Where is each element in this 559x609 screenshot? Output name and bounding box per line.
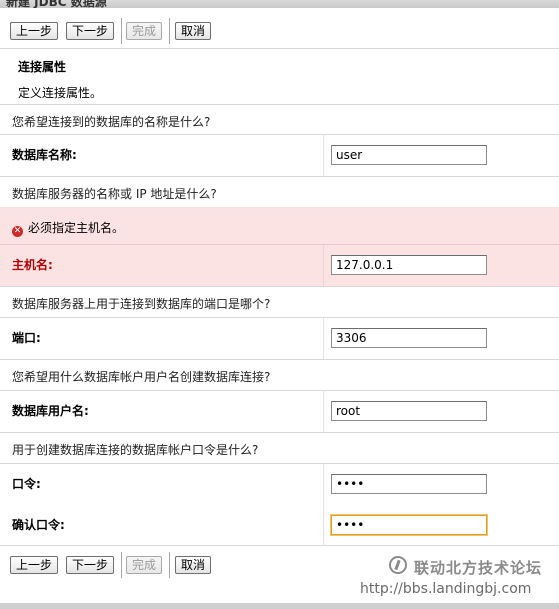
divider <box>0 545 559 546</box>
user-question: 您希望用什么数据库帐户用户名创建数据库连接? <box>12 370 271 384</box>
confirm-password-label: 确认口令: <box>12 518 65 532</box>
toolbar-separator <box>121 552 123 578</box>
db-name-label: 数据库名称: <box>12 148 77 162</box>
cancel-button[interactable]: 取消 <box>175 556 212 574</box>
divider <box>0 48 559 49</box>
divider <box>0 432 559 433</box>
db-user-label: 数据库用户名: <box>12 404 89 418</box>
prev-button[interactable]: 上一步 <box>10 556 59 574</box>
prev-button[interactable]: 上一步 <box>10 22 59 40</box>
window-titlebar: 新建 JDBC 数据源 <box>0 0 559 8</box>
page-subtitle: 定义连接属性。 <box>18 86 103 100</box>
divider <box>0 390 559 391</box>
next-button[interactable]: 下一步 <box>66 22 115 40</box>
column-divider <box>323 135 324 176</box>
cancel-button[interactable]: 取消 <box>175 22 212 40</box>
toolbar-separator <box>169 552 171 578</box>
page-title: 连接属性 <box>18 60 67 74</box>
host-label: 主机名: <box>12 258 53 272</box>
column-divider <box>323 464 324 545</box>
port-question: 数据库服务器上用于连接到数据库的端口是哪个? <box>12 297 271 311</box>
divider <box>0 104 559 105</box>
window-title: 新建 JDBC 数据源 <box>6 0 107 8</box>
watermark-url: http://bbs.landingbj.com <box>360 581 532 597</box>
port-label: 端口: <box>12 331 41 345</box>
next-button[interactable]: 下一步 <box>66 556 115 574</box>
window-bottom-edge <box>0 603 559 609</box>
column-divider <box>323 245 324 286</box>
finish-button[interactable]: 完成 <box>126 22 163 40</box>
db-name-input[interactable] <box>331 145 487 165</box>
confirm-password-input[interactable] <box>331 515 487 535</box>
divider <box>0 286 559 287</box>
column-divider <box>323 318 324 359</box>
host-error-message: ✕ 必须指定主机名。 <box>12 219 124 237</box>
password-input[interactable] <box>331 474 487 494</box>
watermark: 联动北方技术论坛 http://bbs.landingbj.com <box>360 550 559 605</box>
top-toolbar: 上一步 下一步 完成 取消 <box>0 16 559 48</box>
password-label: 口令: <box>12 477 41 491</box>
divider <box>0 359 559 360</box>
divider <box>0 176 559 177</box>
column-divider <box>323 391 324 432</box>
host-input[interactable] <box>331 255 487 275</box>
host-question: 数据库服务器的名称或 IP 地址是什么? <box>12 187 217 201</box>
forum-logo-icon <box>389 556 407 574</box>
divider <box>0 134 559 135</box>
port-input[interactable] <box>331 328 487 348</box>
host-error-text: 必须指定主机名。 <box>28 221 125 235</box>
db-user-input[interactable] <box>331 401 487 421</box>
password-question: 用于创建数据库连接的数据库帐户口令是什么? <box>12 443 259 457</box>
toolbar-separator <box>169 18 171 44</box>
error-icon: ✕ <box>12 226 23 237</box>
finish-button[interactable]: 完成 <box>126 556 163 574</box>
watermark-title: 联动北方技术论坛 <box>414 559 543 577</box>
db-name-question: 您希望连接到的数据库的名称是什么? <box>12 115 211 129</box>
divider <box>0 317 559 318</box>
toolbar-separator <box>121 18 123 44</box>
divider <box>0 463 559 464</box>
section-header: 连接属性 定义连接属性。 <box>10 52 559 104</box>
